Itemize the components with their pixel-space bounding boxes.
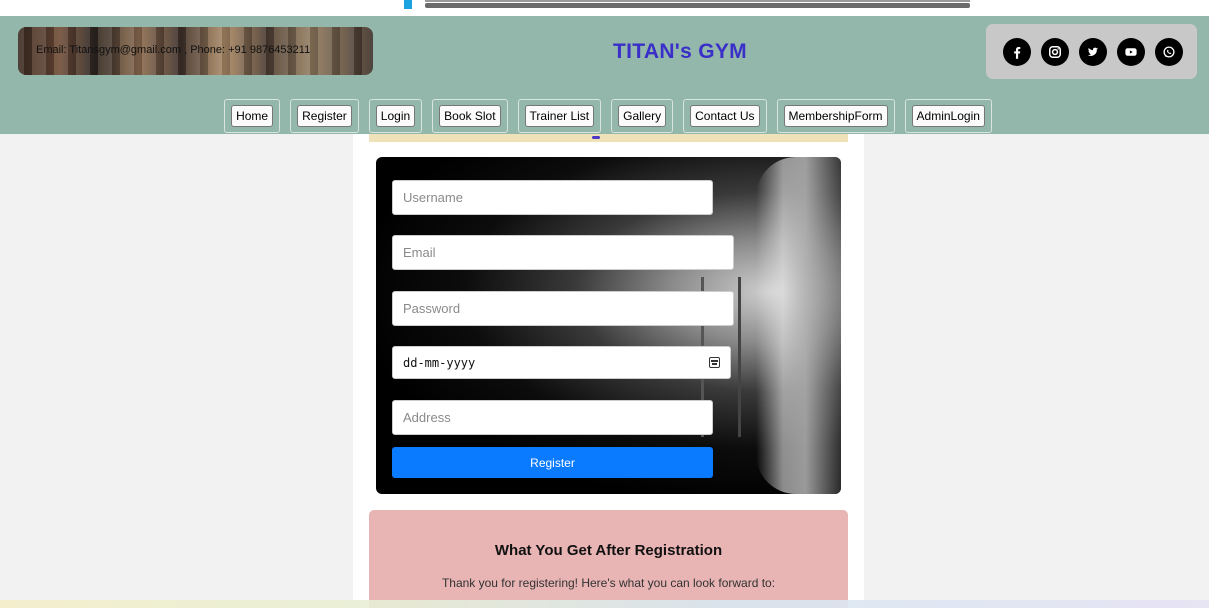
nav-item-label: Home xyxy=(231,105,274,127)
social-links xyxy=(986,24,1197,79)
date-input[interactable]: dd-mm-yyyy xyxy=(392,346,731,379)
address-input[interactable]: Address xyxy=(392,400,713,435)
nav-item-login[interactable]: Login xyxy=(368,99,423,133)
email-input[interactable]: Email xyxy=(392,235,734,270)
site-header: Email: Titansgym@gmail.com , Phone: +91 … xyxy=(0,16,1209,134)
nav-item-label: Gallery xyxy=(618,105,667,127)
nav-item-register[interactable]: Register xyxy=(290,99,359,133)
instagram-icon[interactable] xyxy=(1040,37,1069,66)
nav-item-label: Book Slot xyxy=(439,105,501,127)
benefits-intro: Thank you for registering! Here's what y… xyxy=(441,576,776,590)
nav-item-contact-us[interactable]: Contact Us xyxy=(683,99,767,133)
bodybuilder-background-image xyxy=(756,157,841,494)
nav-item-membership-form[interactable]: MembershipForm xyxy=(776,99,895,133)
username-input[interactable]: Username xyxy=(392,180,713,215)
nav-item-label: AdminLogin xyxy=(911,105,985,127)
nav-item-label: Login xyxy=(375,105,416,127)
nav-item-label: Register xyxy=(297,105,352,127)
registration-benefits-card: What You Get After Registration Thank yo… xyxy=(369,510,848,608)
heading-strip xyxy=(369,134,848,142)
password-input[interactable]: Password xyxy=(392,291,734,326)
whatsapp-icon[interactable] xyxy=(1154,37,1183,66)
nav-item-label: MembershipForm xyxy=(783,105,888,127)
register-button[interactable]: Register xyxy=(392,447,713,478)
cropped-underline xyxy=(425,0,970,2)
cropped-accent xyxy=(404,0,412,9)
registration-form: Username Email Password dd-mm-yyyy Addre… xyxy=(376,157,841,494)
twitter-icon[interactable] xyxy=(1078,37,1107,66)
main-nav: Home Register Login Book Slot Trainer Li… xyxy=(0,99,1209,133)
nav-item-gallery[interactable]: Gallery xyxy=(611,99,674,133)
cropped-text-remnant xyxy=(425,3,970,8)
nav-item-admin-login[interactable]: AdminLogin xyxy=(904,99,992,133)
nav-item-book-slot[interactable]: Book Slot xyxy=(432,99,508,133)
nav-item-trainer-list[interactable]: Trainer List xyxy=(517,99,602,133)
nav-item-label: Contact Us xyxy=(690,105,760,127)
heading-remnant xyxy=(592,136,600,139)
benefits-title: What You Get After Registration xyxy=(494,542,723,559)
date-placeholder: dd-mm-yyyy xyxy=(403,355,476,370)
top-cropped-strip xyxy=(0,0,1209,16)
calendar-icon[interactable] xyxy=(709,357,720,368)
nav-item-home[interactable]: Home xyxy=(224,99,281,133)
nav-item-label: Trainer List xyxy=(524,105,595,127)
facebook-icon[interactable] xyxy=(1002,37,1031,66)
youtube-icon[interactable] xyxy=(1116,37,1145,66)
bottom-edge xyxy=(0,600,1209,608)
